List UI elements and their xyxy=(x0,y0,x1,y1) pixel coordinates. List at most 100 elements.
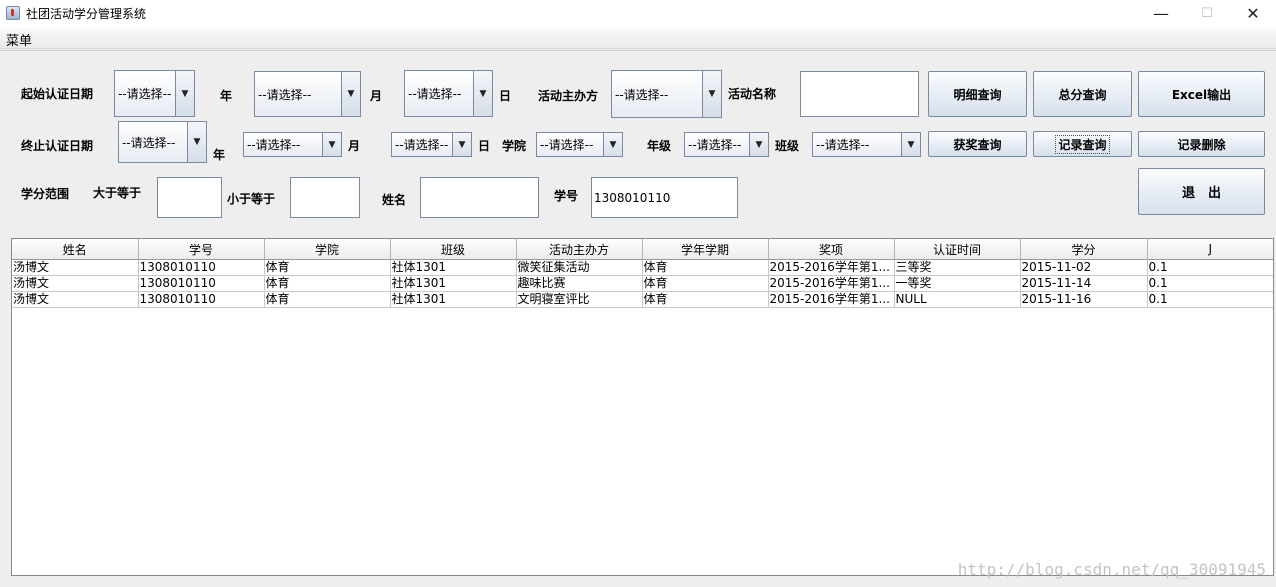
start-date-label: 起始认证日期 xyxy=(21,87,94,101)
table-cell: 1308010110 xyxy=(138,259,265,276)
combo-value: --请选择-- xyxy=(540,138,594,152)
button-label: Excel输出 xyxy=(1171,87,1232,102)
chevron-down-icon: ▼ xyxy=(175,71,194,116)
table-row[interactable]: 汤博文 1308010110 体育 社体1301 微笑征集活动 体育 2015-… xyxy=(12,259,1273,276)
organizer-combo[interactable]: --请选择-- ▼ xyxy=(611,70,722,118)
table-cell: 2015-11-16 xyxy=(1020,291,1148,308)
start-year-combo[interactable]: --请选择-- ▼ xyxy=(114,70,195,117)
column-header[interactable]: 学分 xyxy=(1020,239,1148,260)
college-combo[interactable]: --请选择-- ▼ xyxy=(536,132,623,157)
watermark: http://blog.csdn.net/qq_30091945 xyxy=(957,560,1266,579)
menu-divider xyxy=(0,50,1276,51)
chevron-down-icon: ▼ xyxy=(322,133,341,156)
record-delete-button[interactable]: 记录删除 xyxy=(1138,131,1265,157)
combo-value: --请选择-- xyxy=(408,87,462,101)
button-label: 记录查询 xyxy=(1055,134,1110,154)
table-cell: 0.1 xyxy=(1147,259,1273,276)
column-header[interactable]: 姓名 xyxy=(12,239,139,260)
combo-value: --请选择-- xyxy=(816,138,870,152)
column-header[interactable]: 学院 xyxy=(264,239,391,260)
button-label: 明细查询 xyxy=(953,87,1002,102)
results-table[interactable]: 姓名 学号 学院 班级 活动主办方 学年学期 奖项 认证时间 学分 J 汤博文 … xyxy=(11,238,1274,576)
total-query-button[interactable]: 总分查询 xyxy=(1033,71,1132,117)
close-button[interactable]: ✕ xyxy=(1230,0,1276,27)
detail-query-button[interactable]: 明细查询 xyxy=(928,71,1027,117)
table-cell: 微笑征集活动 xyxy=(516,259,643,276)
award-query-button[interactable]: 获奖查询 xyxy=(928,131,1027,157)
column-header[interactable]: 活动主办方 xyxy=(516,239,643,260)
end-date-label: 终止认证日期 xyxy=(21,139,94,153)
table-cell: 一等奖 xyxy=(894,275,1021,292)
end-year-label: 年 xyxy=(213,148,226,162)
minimize-button[interactable]: — xyxy=(1138,0,1184,27)
window-title: 社团活动学分管理系统 xyxy=(26,7,147,21)
table-cell: 体育 xyxy=(264,275,391,292)
table-cell: 2015-2016学年第1... xyxy=(768,259,895,276)
college-label: 学院 xyxy=(502,139,527,153)
activity-name-input[interactable] xyxy=(800,71,919,117)
class-combo[interactable]: --请选择-- ▼ xyxy=(812,132,921,157)
chevron-down-icon: ▼ xyxy=(341,72,360,116)
table-row[interactable]: 汤博文 1308010110 体育 社体1301 趣味比赛 体育 2015-20… xyxy=(12,275,1273,292)
chevron-down-icon: ▼ xyxy=(749,133,768,156)
start-day-combo[interactable]: --请选择-- ▼ xyxy=(404,70,493,117)
combo-value: --请选择-- xyxy=(688,138,742,152)
chevron-down-icon: ▼ xyxy=(603,133,622,156)
button-label: 总分查询 xyxy=(1058,87,1107,102)
combo-value: --请选择-- xyxy=(122,135,176,150)
table-cell: 趣味比赛 xyxy=(516,275,643,292)
combo-value: --请选择-- xyxy=(118,87,172,101)
menu-bar: 菜单 xyxy=(0,27,1276,49)
end-year-combo[interactable]: --请选择-- ▼ xyxy=(118,121,207,163)
combo-value: --请选择-- xyxy=(395,138,449,152)
column-header[interactable]: 奖项 xyxy=(768,239,895,260)
start-year-label: 年 xyxy=(220,89,233,103)
student-id-label: 学号 xyxy=(554,189,579,203)
table-cell: 1308010110 xyxy=(138,291,265,308)
chevron-down-icon: ▼ xyxy=(187,122,206,162)
chevron-down-icon: ▼ xyxy=(901,133,920,156)
button-label: 获奖查询 xyxy=(953,137,1002,152)
credit-range-label: 学分范围 xyxy=(21,187,70,201)
combo-value: --请选择-- xyxy=(615,87,669,102)
title-bar[interactable]: 社团活动学分管理系统 — ☐ ✕ xyxy=(0,0,1276,27)
table-row[interactable]: 汤博文 1308010110 体育 社体1301 文明寝室评比 体育 2015-… xyxy=(12,291,1273,308)
column-header[interactable]: J xyxy=(1147,239,1273,260)
column-header[interactable]: 学号 xyxy=(138,239,265,260)
excel-export-button[interactable]: Excel输出 xyxy=(1138,71,1265,117)
grade-label: 年级 xyxy=(647,139,672,153)
gte-label: 大于等于 xyxy=(93,186,142,200)
minimize-icon: — xyxy=(1153,4,1169,23)
table-cell: 汤博文 xyxy=(12,291,139,308)
column-header[interactable]: 学年学期 xyxy=(642,239,769,260)
table-cell: 三等奖 xyxy=(894,259,1021,276)
credit-min-input[interactable] xyxy=(157,177,222,218)
column-header[interactable]: 认证时间 xyxy=(894,239,1021,260)
end-month-combo[interactable]: --请选择-- ▼ xyxy=(243,132,342,157)
record-query-button[interactable]: 记录查询 xyxy=(1033,131,1132,157)
table-cell: 体育 xyxy=(264,259,391,276)
student-id-input[interactable] xyxy=(591,177,738,218)
close-icon: ✕ xyxy=(1246,4,1260,23)
table-cell: 文明寝室评比 xyxy=(516,291,643,308)
table-cell: 社体1301 xyxy=(390,275,517,292)
class-label: 班级 xyxy=(775,139,800,153)
menu-item-main[interactable]: 菜单 xyxy=(6,30,32,49)
java-app-icon xyxy=(6,6,20,20)
column-header[interactable]: 班级 xyxy=(390,239,517,260)
grade-combo[interactable]: --请选择-- ▼ xyxy=(684,132,769,157)
start-month-label: 月 xyxy=(370,89,383,103)
table-cell: 2015-2016学年第1... xyxy=(768,275,895,292)
table-cell: 2015-11-14 xyxy=(1020,275,1148,292)
exit-button[interactable]: 退 出 xyxy=(1138,168,1265,215)
end-day-combo[interactable]: --请选择-- ▼ xyxy=(391,132,472,157)
maximize-button[interactable]: ☐ xyxy=(1184,0,1230,27)
table-cell: 社体1301 xyxy=(390,291,517,308)
credit-max-input[interactable] xyxy=(290,177,360,218)
chevron-down-icon: ▼ xyxy=(452,133,471,156)
lte-label: 小于等于 xyxy=(227,192,276,206)
table-cell: 2015-2016学年第1... xyxy=(768,291,895,308)
start-month-combo[interactable]: --请选择-- ▼ xyxy=(254,71,361,117)
combo-value: --请选择-- xyxy=(247,138,301,152)
name-input[interactable] xyxy=(420,177,539,218)
